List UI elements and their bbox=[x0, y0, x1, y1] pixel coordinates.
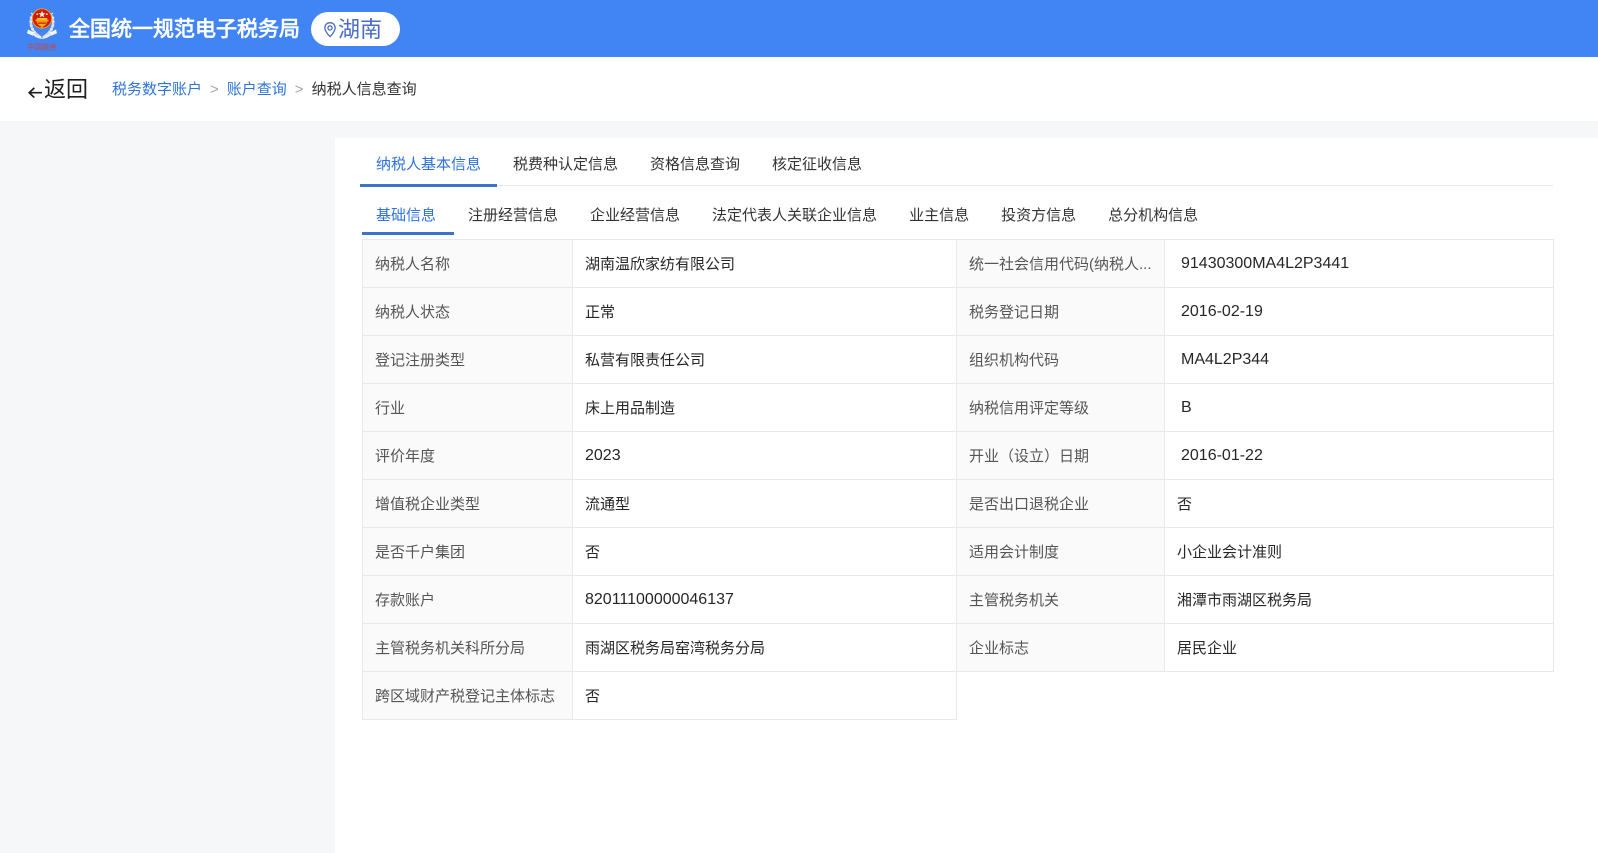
svg-text:中国税务: 中国税务 bbox=[27, 42, 57, 53]
